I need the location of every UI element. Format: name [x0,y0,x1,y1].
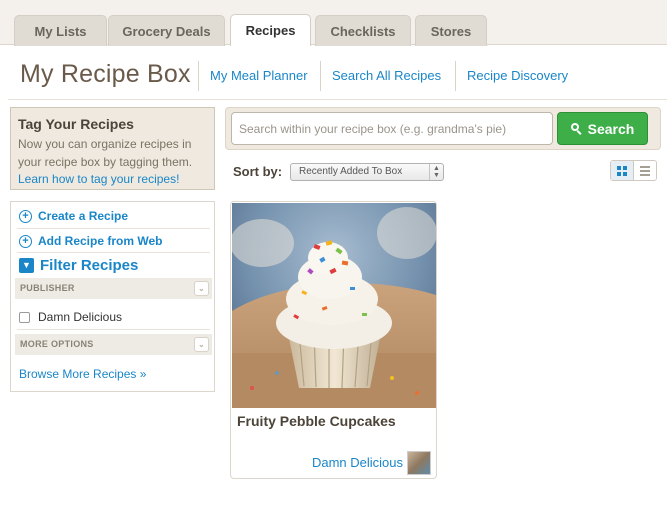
nav-divider [198,61,199,91]
browse-more-recipes-link[interactable]: Browse More Recipes » [19,367,146,381]
sidebar-divider [17,252,210,253]
recipe-title[interactable]: Fruity Pebble Cupcakes [237,413,396,429]
search-button-label: Search [587,120,635,137]
publisher-checkbox[interactable] [19,311,30,323]
search-bar: Search [225,107,661,150]
view-toggle [610,160,657,181]
caret-down-icon: ▼ [19,258,34,273]
recipe-publisher-link[interactable]: Damn Delicious [312,455,403,470]
recipe-photo[interactable] [232,203,436,408]
tag-recipes-promo: Tag Your Recipes Now you can organize re… [10,107,215,190]
tab-stores[interactable]: Stores [415,15,487,46]
publisher-option-label: Damn Delicious [38,310,123,324]
page-title: My Recipe Box [20,60,191,88]
chevron-down-icon[interactable]: ⌄ [194,281,209,296]
tag-promo-description: Now you can organize recipes in your rec… [18,137,193,169]
nav-divider [320,61,321,91]
more-options-section-header: MORE OPTIONS ⌄ [15,334,212,355]
sort-dropdown[interactable]: Recently Added To Box ▲ ▼ [290,163,444,181]
tag-promo-title: Tag Your Recipes [18,116,134,132]
list-icon [639,165,650,176]
cupcake-illustration [232,203,436,408]
plus-circle-icon: + [19,209,32,223]
top-tab-bar: My Lists Grocery Deals Recipes Checklist… [0,0,667,46]
nav-link-recipe-discovery[interactable]: Recipe Discovery [467,68,568,83]
nav-link-search-all-recipes[interactable]: Search All Recipes [332,68,441,83]
nav-divider [455,61,456,91]
grid-view-button[interactable] [611,161,634,180]
create-recipe-label: Create a Recipe [38,209,129,223]
search-icon [570,123,582,135]
plus-circle-icon: + [19,234,32,248]
filter-recipes-toggle[interactable]: ▼ Filter Recipes [19,257,138,274]
chevron-down-icon[interactable]: ⌄ [194,337,209,352]
publisher-section-header: PUBLISHER ⌄ [15,278,212,299]
sidebar-divider [17,228,210,229]
tab-checklists[interactable]: Checklists [315,15,411,46]
tab-my-lists[interactable]: My Lists [14,15,107,46]
recipe-search-input[interactable] [231,112,553,145]
publisher-section-label: PUBLISHER [20,283,75,293]
grid-icon [616,165,627,176]
tab-recipes[interactable]: Recipes [230,14,311,46]
sort-selected-value: Recently Added To Box [299,166,403,177]
publisher-filter-option: Damn Delicious [19,310,122,324]
list-view-button[interactable] [634,161,656,180]
recipe-card[interactable]: Fruity Pebble Cupcakes Damn Delicious [230,201,437,479]
filter-recipes-label: Filter Recipes [40,257,139,274]
sort-label: Sort by: [233,164,283,179]
header-divider [8,99,667,100]
learn-tagging-link[interactable]: Learn how to tag your recipes! [18,171,208,187]
create-recipe-link[interactable]: + Create a Recipe [19,209,128,223]
publisher-avatar[interactable] [407,451,431,475]
nav-link-meal-planner[interactable]: My Meal Planner [210,68,308,83]
more-options-label: MORE OPTIONS [20,339,94,349]
search-button[interactable]: Search [557,112,648,145]
tab-grocery-deals[interactable]: Grocery Deals [108,15,225,46]
sidebar-panel: + Create a Recipe + Add Recipe from Web … [10,201,215,392]
add-recipe-from-web-link[interactable]: + Add Recipe from Web [19,234,162,248]
select-arrows-icon: ▲ ▼ [429,164,443,180]
add-recipe-web-label: Add Recipe from Web [38,234,163,248]
sidebar-divider [17,329,210,330]
